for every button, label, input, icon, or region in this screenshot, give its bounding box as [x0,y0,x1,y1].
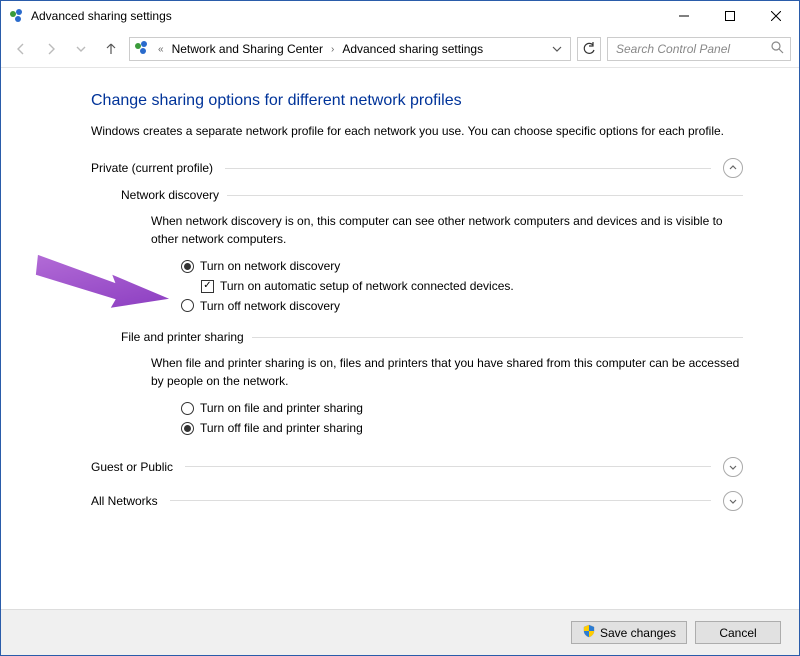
expand-icon[interactable] [723,457,743,477]
profile-label: All Networks [91,494,158,508]
profile-header-all[interactable]: All Networks [91,491,743,511]
section-title: File and printer sharing [121,330,244,344]
search-icon [771,41,784,57]
search-input[interactable] [614,41,764,57]
breadcrumb-item[interactable]: Advanced sharing settings [342,42,483,56]
network-sharing-icon [134,40,150,59]
button-bar: Save changes Cancel [1,609,799,655]
divider [185,466,711,467]
section-description: When network discovery is on, this compu… [151,212,743,248]
recent-locations-button[interactable] [69,37,93,61]
navigation-bar: « Network and Sharing Center › Advanced … [1,31,799,67]
radio-icon [181,422,194,435]
profile-label: Private (current profile) [91,161,213,175]
option-label: Turn on file and printer sharing [200,400,363,417]
page-heading: Change sharing options for different net… [91,92,743,110]
divider [170,500,711,501]
address-dropdown-button[interactable] [548,44,566,54]
option-label: Turn on automatic setup of network conne… [220,278,514,295]
checkbox-auto-setup[interactable]: Turn on automatic setup of network conne… [201,278,743,295]
divider [252,337,743,338]
radio-icon [181,402,194,415]
section-network-discovery: Network discovery [121,188,743,202]
section-title: Network discovery [121,188,219,202]
collapse-icon[interactable] [723,158,743,178]
chevron-right-icon: › [327,44,338,55]
profile-label: Guest or Public [91,460,173,474]
back-button[interactable] [9,37,33,61]
breadcrumb-sep-icon: « [154,44,168,55]
up-button[interactable] [99,37,123,61]
save-changes-button[interactable]: Save changes [571,621,687,644]
profile-header-guest[interactable]: Guest or Public [91,457,743,477]
maximize-button[interactable] [707,1,753,31]
uac-shield-icon [582,624,596,641]
checkbox-icon [201,280,214,293]
expand-icon[interactable] [723,491,743,511]
divider [225,168,711,169]
radio-file-printer-off[interactable]: Turn off file and printer sharing [181,420,743,437]
button-label: Save changes [600,626,676,640]
page-description: Windows creates a separate network profi… [91,122,743,140]
section-description: When file and printer sharing is on, fil… [151,354,743,390]
forward-button[interactable] [39,37,63,61]
address-bar[interactable]: « Network and Sharing Center › Advanced … [129,37,571,61]
search-box[interactable] [607,37,791,61]
radio-network-discovery-off[interactable]: Turn off network discovery [181,298,743,315]
radio-network-discovery-on[interactable]: Turn on network discovery [181,258,743,275]
breadcrumb-item[interactable]: Network and Sharing Center [172,42,323,56]
option-label: Turn off network discovery [200,298,340,315]
divider [227,195,743,196]
cancel-button[interactable]: Cancel [695,621,781,644]
window-title: Advanced sharing settings [31,9,172,23]
minimize-button[interactable] [661,1,707,31]
content-area: Change sharing options for different net… [1,68,799,608]
option-label: Turn on network discovery [200,258,340,275]
network-sharing-icon [9,8,25,24]
refresh-button[interactable] [577,37,601,61]
radio-icon [181,260,194,273]
radio-file-printer-on[interactable]: Turn on file and printer sharing [181,400,743,417]
option-label: Turn off file and printer sharing [200,420,363,437]
profile-header-private[interactable]: Private (current profile) [91,158,743,178]
button-label: Cancel [719,626,756,640]
section-file-printer-sharing: File and printer sharing [121,330,743,344]
titlebar: Advanced sharing settings [1,1,799,31]
close-button[interactable] [753,1,799,31]
radio-icon [181,299,194,312]
